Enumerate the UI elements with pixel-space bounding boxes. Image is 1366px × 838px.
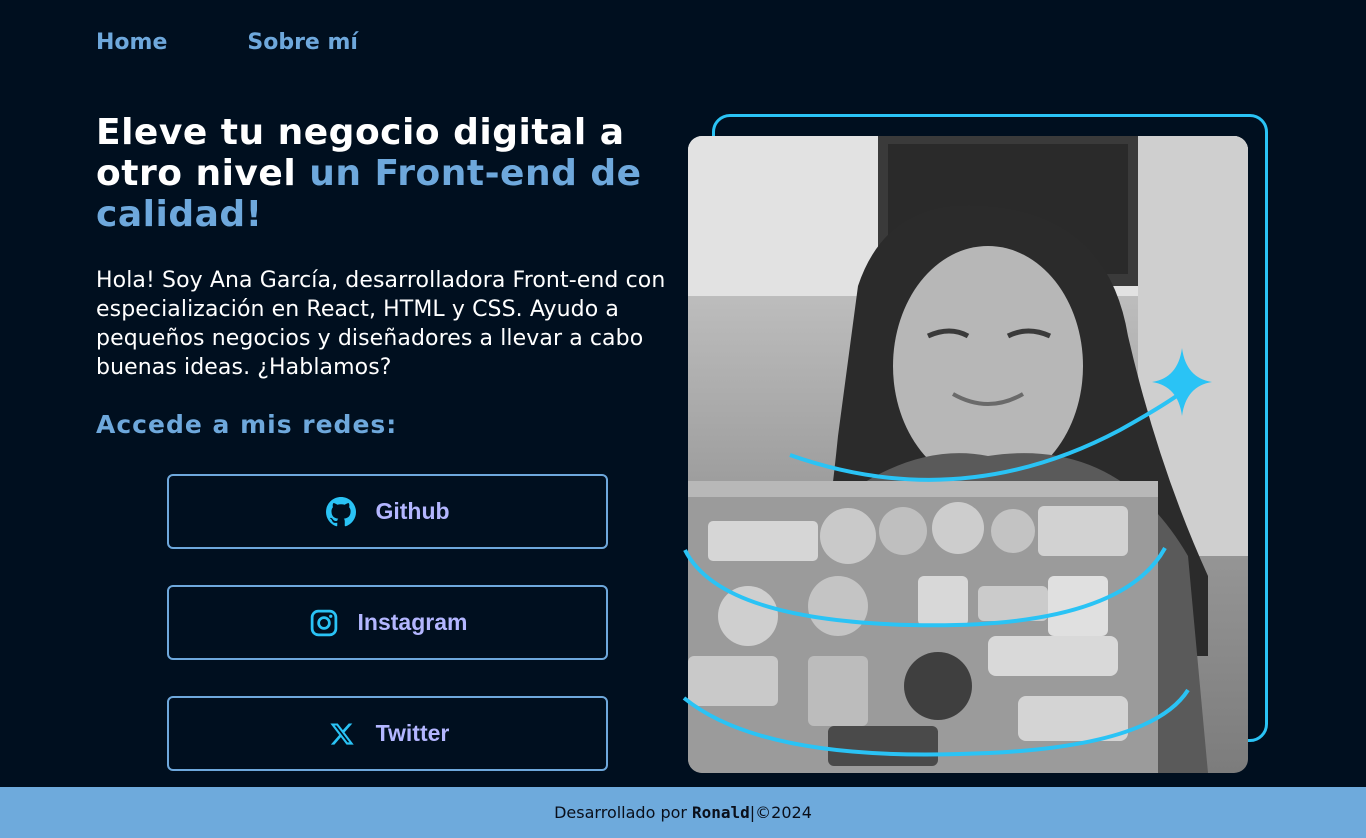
nav-home-link[interactable]: Home <box>96 30 167 55</box>
github-button-label: Github <box>375 498 450 524</box>
instagram-icon <box>308 607 340 639</box>
intro-paragraph: Hola! Soy Ana García, desarrolladora Fro… <box>96 268 666 380</box>
instagram-button[interactable]: Instagram <box>167 585 608 660</box>
github-icon <box>325 496 357 528</box>
main-nav: Home Sobre mí <box>96 30 358 55</box>
twitter-button-label: Twitter <box>375 720 450 746</box>
footer-suffix: |©2024 <box>749 803 812 822</box>
profile-photo <box>688 136 1248 773</box>
social-title: Accede a mis redes: <box>96 410 398 439</box>
instagram-button-label: Instagram <box>357 609 468 635</box>
footer: Desarrollado por Ronald |©2024 <box>0 787 1366 838</box>
footer-author: Ronald <box>691 803 750 822</box>
hero-title: Eleve tu negocio digital a otro nivel un… <box>96 112 676 235</box>
github-button[interactable]: Github <box>167 474 608 549</box>
footer-prefix: Desarrollado por <box>554 803 687 822</box>
twitter-button[interactable]: Twitter <box>167 696 608 771</box>
nav-about-link[interactable]: Sobre mí <box>247 30 358 55</box>
x-twitter-icon <box>326 718 358 750</box>
